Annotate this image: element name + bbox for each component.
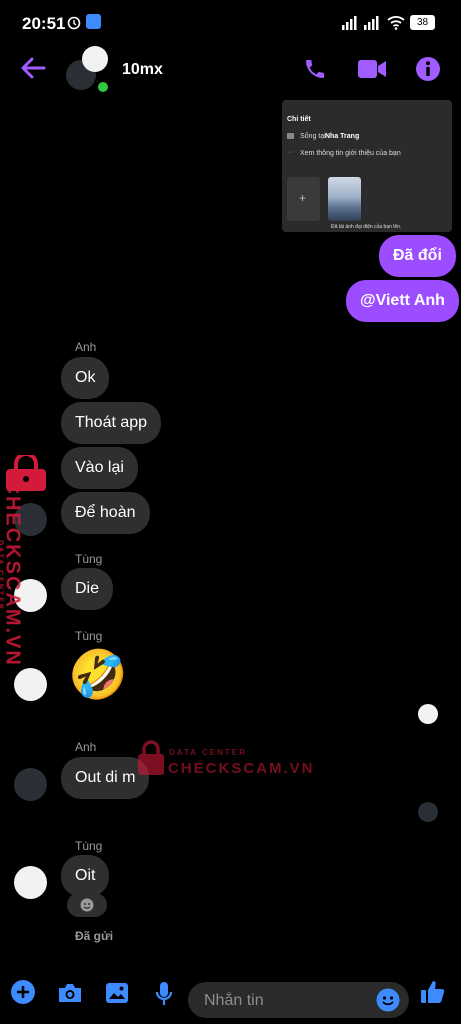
sender-name: Tùng [75,839,103,853]
sender-avatar[interactable] [14,866,47,899]
outgoing-message[interactable]: @Viett Anh [346,280,459,322]
home-icon [287,133,294,139]
conversation-header: 10mx [0,46,461,96]
watermark-center-top: DATA CENTER [169,748,247,757]
card-add-tile: + [287,177,320,221]
thumbs-up-icon[interactable] [420,979,446,1010]
incoming-message[interactable]: Die [61,568,114,610]
laughing-emoji-message[interactable]: 🤣 [68,648,128,704]
outgoing-message[interactable]: Đã đổi [379,235,456,277]
card-profile-photo [328,177,361,221]
read-receipt-avatar [418,802,438,822]
card-add-symbol: + [299,191,307,205]
microphone-icon[interactable] [155,981,173,1012]
sender-name: Tùng [75,552,103,566]
smiley-plus-icon [79,897,95,918]
camera-icon[interactable] [57,982,83,1009]
gallery-icon[interactable] [105,982,129,1009]
message-status: Đã gửi [75,929,114,943]
wifi-icon [387,15,405,35]
plus-icon[interactable] [11,980,35,1009]
add-reaction-button[interactable] [67,893,107,917]
watermark-vertical-brand: CHECKSCAM.VN [1,479,24,667]
status-bar: 20:51 38 [0,0,461,46]
read-receipt-avatar [418,704,438,724]
shield-app-icon [86,14,101,29]
card-lives-place: Nha Trang [325,133,360,140]
emoji-icon[interactable] [376,988,400,1017]
incoming-message[interactable]: Để hoàn [61,492,150,534]
card-lives-prefix: Sống tại [300,133,326,140]
contact-avatar-secondary [82,46,108,72]
contact-name[interactable]: 10mx [122,61,163,79]
incoming-message[interactable]: Oit [61,855,110,897]
status-time: 20:51 [22,14,66,33]
watermark-center-brand: CHECKSCAM.VN [168,760,315,777]
incoming-message[interactable]: Vào lại [61,447,138,489]
card-see-intro: Xem thông tin giới thiệu của bạn [300,150,401,157]
video-call-icon[interactable] [357,58,387,85]
battery-level: 38 [410,15,435,30]
signal-icon [342,16,382,35]
alarm-icon [66,14,82,35]
message-input-field[interactable] [188,982,409,1020]
sender-name: Anh [75,740,97,754]
card-title: Chi tiết [287,116,311,123]
sender-name: Tùng [75,629,103,643]
message-composer [0,968,461,1024]
phone-call-icon[interactable] [303,57,327,86]
incoming-message[interactable]: Thoát app [61,402,162,444]
checkscam-lock-icon [137,740,165,781]
sender-avatar[interactable] [14,668,47,701]
online-indicator [96,80,110,94]
info-icon[interactable] [415,56,441,87]
sender-avatar[interactable] [14,768,47,801]
incoming-message[interactable]: Ok [61,357,110,399]
card-photo-caption: Đã tải ảnh đại diện của bạn lên. [331,224,402,230]
sender-name: Anh [75,340,97,354]
shared-screenshot-card[interactable]: Chi tiết Sống tại Nha Trang ··· Xem thôn… [282,100,452,232]
more-dots-icon: ··· [287,149,294,156]
back-arrow-icon[interactable] [20,56,46,85]
message-input[interactable] [202,982,376,1020]
